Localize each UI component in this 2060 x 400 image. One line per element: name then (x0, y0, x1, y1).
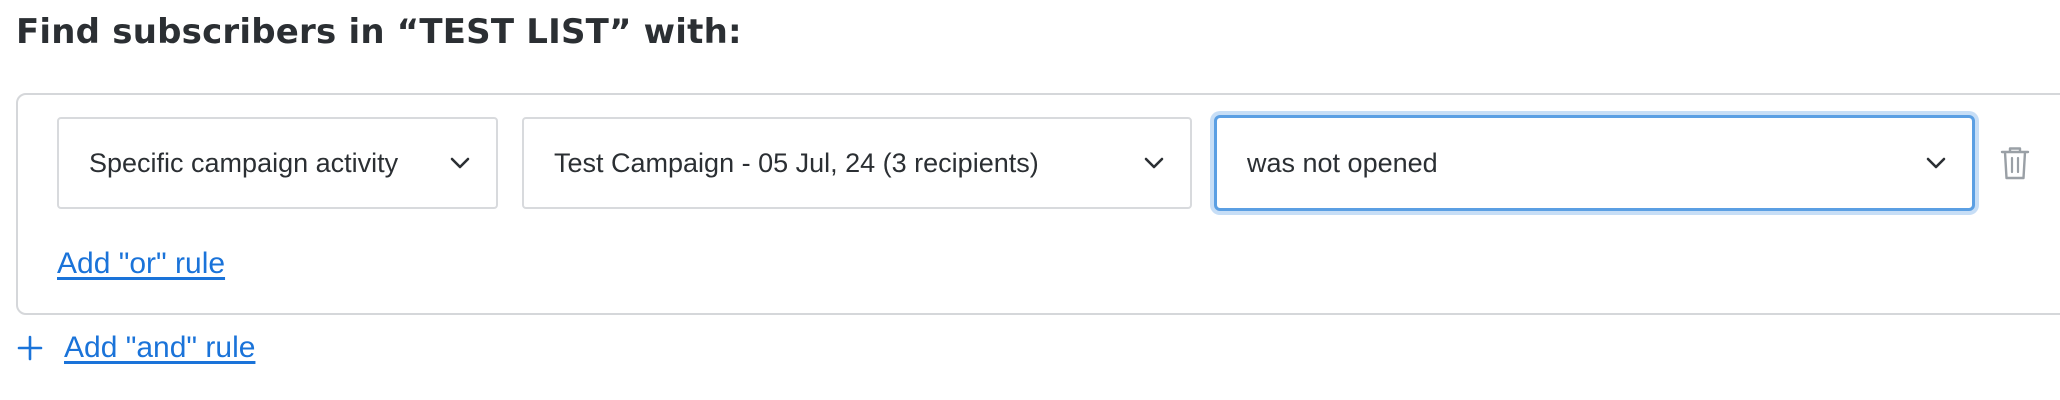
condition-type-value: Specific campaign activity (89, 147, 399, 178)
page-title: Find subscribers in “TEST LIST” with: (16, 12, 742, 52)
segment-builder: Find subscribers in “TEST LIST” with: Sp… (0, 0, 2060, 400)
add-and-rule-link[interactable]: Add "and" rule (64, 331, 255, 365)
campaign-select[interactable]: Test Campaign - 05 Jul, 24 (3 recipients… (522, 117, 1192, 209)
add-or-rule-link[interactable]: Add "or" rule (57, 247, 225, 281)
condition-type-select[interactable]: Specific campaign activity (57, 117, 498, 209)
chevron-down-icon (1142, 151, 1166, 175)
campaign-value: Test Campaign - 05 Jul, 24 (3 recipients… (554, 147, 1039, 178)
add-and-rule-row[interactable]: Add "and" rule (16, 328, 255, 368)
activity-value: was not opened (1247, 147, 1438, 178)
plus-icon (16, 334, 44, 362)
activity-select[interactable]: was not opened (1214, 115, 1975, 211)
chevron-down-icon (1924, 151, 1948, 175)
trash-icon[interactable] (1999, 145, 2031, 181)
chevron-down-icon (448, 151, 472, 175)
